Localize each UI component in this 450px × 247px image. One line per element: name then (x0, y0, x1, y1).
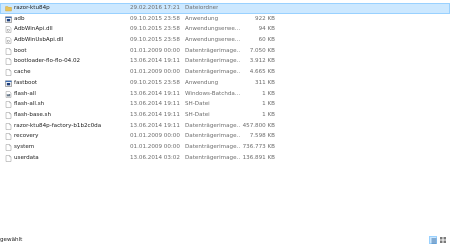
large-icons-view-icon[interactable] (439, 236, 447, 244)
file-date-modified: 09.10.2015 23:58 (130, 79, 180, 86)
file-name: flash-all.sh (14, 101, 45, 108)
file-type: Datenträgerimage... (185, 58, 240, 65)
file-row[interactable]: recovery 01.01.2009 00:00 Datenträgerimage… (0, 131, 450, 142)
file-date-modified: 13.06.2014 19:11 (130, 111, 180, 118)
file-size: 7.598 KB (249, 133, 275, 140)
file-name: adb (14, 15, 25, 22)
application-icon (5, 80, 12, 87)
file-icon (5, 58, 12, 66)
file-size: 736.773 KB (242, 143, 275, 150)
file-name: recovery (14, 133, 39, 140)
file-type: Datenträgerimage... (185, 133, 240, 140)
file-type: Anwendungserwe... (185, 37, 240, 44)
file-type: Anwendungserwe... (185, 26, 240, 33)
file-name: flash-all (14, 90, 36, 97)
file-name: system (14, 143, 35, 150)
file-size: 1 KB (262, 101, 275, 108)
application-icon (5, 16, 12, 23)
file-list: razor-ktu84p 29.02.2016 17:21 Dateiordner a… (0, 3, 450, 163)
batch-file-icon (5, 90, 12, 98)
file-type: Datenträgerimage... (185, 122, 240, 129)
file-size: 7.050 KB (249, 47, 275, 54)
folder-icon (5, 5, 12, 12)
file-date-modified: 09.10.2015 23:58 (130, 37, 180, 44)
file-name: flash-base.sh (14, 111, 52, 118)
file-type: Datenträgerimage... (185, 154, 240, 161)
file-size: 3.912 KB (249, 58, 275, 65)
file-row[interactable]: razor-ktu84p-factory-b1b2c0da 13.06.2014 … (0, 121, 450, 132)
file-date-modified: 09.10.2015 23:58 (130, 26, 180, 33)
file-name: cache (14, 69, 31, 76)
selection-status: gewählt (0, 237, 23, 243)
file-date-modified: 13.06.2014 19:11 (130, 122, 180, 129)
file-date-modified: 13.06.2014 19:11 (130, 58, 180, 65)
file-row[interactable]: flash-base.sh 13.06.2014 19:11 SH-Datei 1 K… (0, 110, 450, 121)
file-date-modified: 09.10.2015 23:58 (130, 15, 180, 22)
file-row[interactable]: bootloader-flo-flo-04.02 13.06.2014 19:11… (0, 56, 450, 67)
file-size: 4.665 KB (249, 69, 275, 76)
file-date-modified: 01.01.2009 00:00 (130, 47, 180, 54)
file-icon (5, 133, 12, 140)
file-type: Datenträgerimage... (185, 47, 240, 54)
dll-file-icon (5, 37, 12, 44)
file-name: boot (14, 47, 27, 54)
file-type: Windows-Batchda... (185, 90, 240, 97)
file-date-modified: 13.06.2014 19:11 (130, 101, 180, 108)
file-row[interactable]: userdata 13.06.2014 03:02 Datenträgerimage… (0, 153, 450, 164)
file-date-modified: 01.01.2009 00:00 (130, 143, 180, 150)
file-name: fastboot (14, 79, 38, 86)
file-date-modified: 01.01.2009 00:00 (130, 133, 180, 140)
file-icon (5, 122, 12, 130)
file-type: Datenträgerimage... (185, 69, 240, 76)
file-icon (5, 101, 12, 108)
file-row[interactable]: flash-all 13.06.2014 19:11 Windows-Batchda… (0, 89, 450, 100)
file-type: Datenträgerimage... (185, 143, 240, 150)
file-name: userdata (14, 154, 39, 161)
details-view-icon[interactable] (429, 236, 437, 244)
file-size: 136.891 KB (242, 154, 275, 161)
file-date-modified: 01.01.2009 00:00 (130, 69, 180, 76)
file-type: Dateiordner (185, 5, 219, 11)
file-name: razor-ktu84p (14, 5, 50, 11)
file-name: razor-ktu84p-factory-b1b2c0da (14, 122, 102, 129)
file-date-modified: 13.06.2014 19:11 (130, 90, 180, 97)
file-row[interactable]: razor-ktu84p 29.02.2016 17:21 Dateiordner (0, 3, 450, 14)
file-name: AdbWinUsbApi.dll (14, 37, 64, 44)
file-icon (5, 112, 12, 119)
file-name: bootloader-flo-flo-04.02 (14, 58, 81, 65)
file-size: 1 KB (262, 90, 275, 97)
file-row[interactable]: AdbWinApi.dll 09.10.2015 23:58 Anwendungse… (0, 24, 450, 35)
file-icon (5, 69, 12, 76)
file-name: AdbWinApi.dll (14, 26, 53, 33)
file-size: 311 KB (255, 79, 275, 86)
file-row[interactable]: AdbWinUsbApi.dll 09.10.2015 23:58 Anwendun… (0, 35, 450, 46)
file-row[interactable]: cache 01.01.2009 00:00 Datenträgerimage...… (0, 67, 450, 78)
file-row[interactable]: fastboot 09.10.2015 23:58 Anwendung 311 KB (0, 78, 450, 89)
file-type: SH-Datei (185, 101, 210, 108)
file-icon (5, 154, 12, 162)
file-icon (5, 48, 12, 55)
file-type: Anwendung (185, 15, 219, 22)
file-size: 922 KB (255, 15, 275, 22)
file-row[interactable]: system 01.01.2009 00:00 Datenträgerimage..… (0, 142, 450, 153)
file-date-modified: 13.06.2014 03:02 (130, 154, 180, 161)
dll-file-icon (5, 26, 12, 34)
status-bar: gewählt (0, 235, 450, 246)
file-row[interactable]: boot 01.01.2009 00:00 Datenträgerimage... 7… (0, 46, 450, 57)
file-size: 457.800 KB (242, 122, 275, 129)
file-size: 1 KB (262, 111, 275, 118)
file-date-modified: 29.02.2016 17:21 (130, 5, 180, 11)
file-row[interactable]: flash-all.sh 13.06.2014 19:11 SH-Datei 1 KB (0, 99, 450, 110)
file-row[interactable]: adb 09.10.2015 23:58 Anwendung 922 KB (0, 14, 450, 25)
file-size: 60 KB (258, 37, 275, 44)
file-size: 94 KB (258, 26, 275, 33)
file-type: Anwendung (185, 79, 219, 86)
file-type: SH-Datei (185, 111, 210, 118)
file-icon (5, 144, 12, 151)
